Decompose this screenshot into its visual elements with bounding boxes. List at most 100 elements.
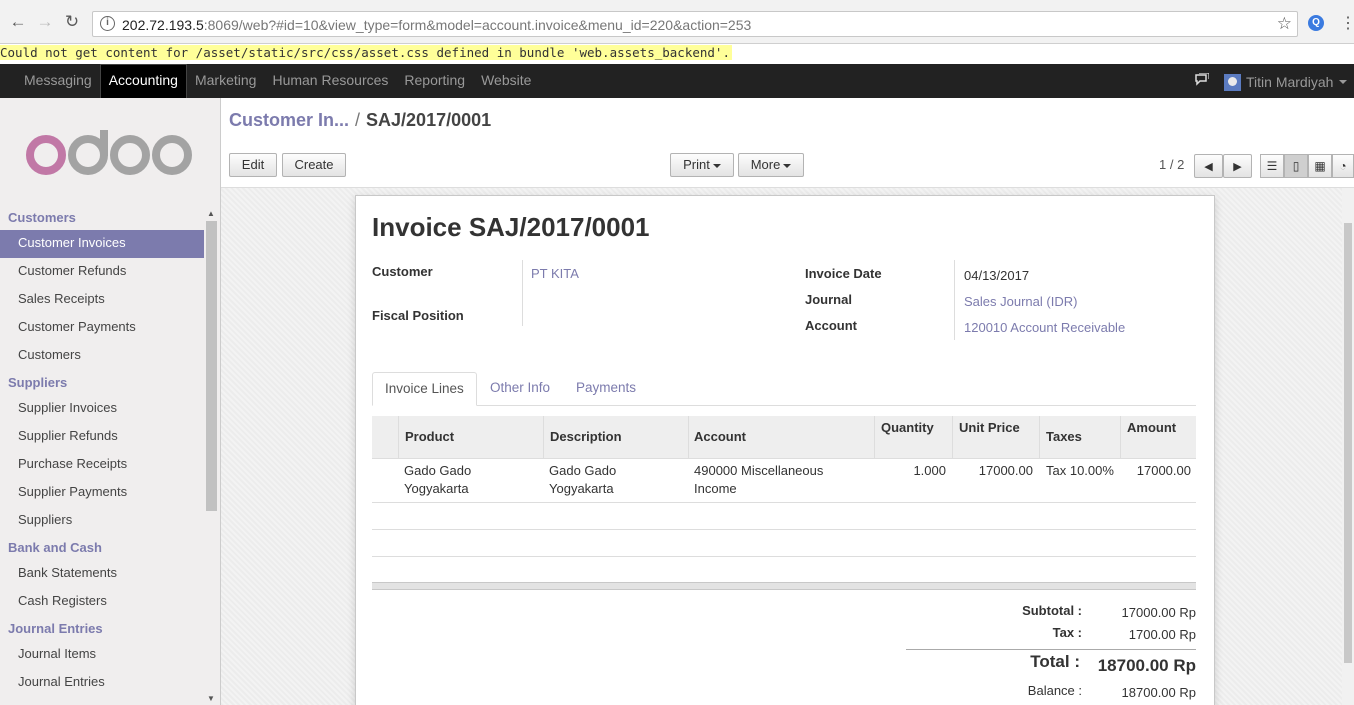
- odoo-logo[interactable]: [26, 122, 196, 180]
- account-label: Account: [805, 318, 857, 333]
- menu-accounting[interactable]: Accounting: [99, 64, 187, 98]
- chevron-down-icon: [712, 163, 721, 168]
- scroll-up-icon[interactable]: ▲: [207, 209, 215, 218]
- back-icon[interactable]: ←: [8, 12, 28, 32]
- url-text[interactable]: 202.72.193.5:8069/web?#id=10&view_type=f…: [122, 17, 751, 33]
- sidebar-item-supplier-payments[interactable]: Supplier Payments: [0, 479, 204, 507]
- cell-taxes[interactable]: Tax 10.00%: [1046, 462, 1121, 480]
- header-description[interactable]: Description: [550, 429, 622, 444]
- tab-invoice-lines[interactable]: Invoice Lines: [372, 372, 477, 406]
- bookmark-star-icon[interactable]: ☆: [1277, 14, 1292, 34]
- control-panel: Customer In... / SAJ/2017/0001 Edit Create…: [221, 98, 1354, 188]
- field-divider: [522, 260, 523, 326]
- extension-icon[interactable]: Q: [1308, 15, 1324, 31]
- calendar-view-icon[interactable]: ▦: [1308, 154, 1332, 178]
- tax-value: 1700.00 Rp: [1128, 627, 1196, 642]
- pager-value[interactable]: 1 / 2: [1159, 157, 1184, 172]
- sidebar-item-supplier-refunds[interactable]: Supplier Refunds: [0, 423, 204, 451]
- sidebar-item-purchase-receipts[interactable]: Purchase Receipts: [0, 451, 204, 479]
- chat-icon[interactable]: [1195, 72, 1210, 89]
- browser-menu-icon[interactable]: ⋮: [1340, 13, 1354, 33]
- column-divider: [688, 416, 689, 459]
- pager-next-button[interactable]: ▶: [1223, 154, 1252, 178]
- cell-account[interactable]: 490000 Miscellaneous Income: [694, 462, 844, 498]
- menu-website[interactable]: Website: [473, 64, 539, 98]
- column-divider: [543, 416, 544, 459]
- sidebar-item-customer-payments[interactable]: Customer Payments: [0, 314, 204, 342]
- sidebar-item-customers[interactable]: Customers: [0, 342, 204, 370]
- breadcrumb-current: SAJ/2017/0001: [366, 110, 492, 130]
- menu-reporting[interactable]: Reporting: [396, 64, 473, 98]
- menu-human-resources[interactable]: Human Resources: [264, 64, 396, 98]
- user-menu[interactable]: Titin Mardiyah: [1224, 72, 1348, 92]
- create-button[interactable]: Create: [282, 153, 346, 177]
- content-scrollbar[interactable]: [1342, 188, 1354, 705]
- user-name: Titin Mardiyah: [1246, 74, 1334, 90]
- header-product[interactable]: Product: [405, 429, 454, 444]
- sidebar-section-suppliers[interactable]: Suppliers: [0, 373, 204, 395]
- content-scroll-thumb[interactable]: [1344, 223, 1352, 663]
- account-value[interactable]: 120010 Account Receivable: [964, 320, 1125, 335]
- breadcrumb-parent[interactable]: Customer In...: [229, 110, 349, 130]
- error-banner-text: Could not get content for /asset/static/…: [0, 45, 732, 60]
- header-taxes[interactable]: Taxes: [1046, 429, 1082, 444]
- form-view-icon[interactable]: ▯: [1284, 154, 1308, 178]
- edit-button[interactable]: Edit: [229, 153, 277, 177]
- header-quantity[interactable]: Quantity: [881, 420, 934, 435]
- info-icon[interactable]: i: [100, 16, 115, 31]
- cell-product[interactable]: Gado Gado Yogyakarta: [404, 462, 534, 498]
- menu-marketing[interactable]: Marketing: [187, 64, 264, 98]
- column-divider: [398, 416, 399, 459]
- sidebar-scrollbar[interactable]: ▲ ▼: [205, 206, 218, 705]
- customer-value[interactable]: PT KITA: [531, 266, 579, 281]
- cell-quantity[interactable]: 1.000: [876, 462, 946, 480]
- sidebar-item-suppliers[interactable]: Suppliers: [0, 507, 204, 535]
- sidebar-section-journal-entries[interactable]: Journal Entries: [0, 619, 204, 641]
- sidebar-item-journal-entries[interactable]: Journal Entries: [0, 669, 204, 697]
- cell-description[interactable]: Gado Gado Yogyakarta: [549, 462, 679, 498]
- sidebar-section-customers[interactable]: Customers: [0, 208, 204, 230]
- reload-icon[interactable]: ↻: [62, 12, 82, 32]
- sidebar-section-bank-and-cash[interactable]: Bank and Cash: [0, 538, 204, 560]
- sidebar-item-bank-statements[interactable]: Bank Statements: [0, 560, 204, 588]
- subtotal-label: Subtotal :: [1022, 603, 1082, 618]
- header-amount[interactable]: Amount: [1127, 420, 1176, 435]
- total-value: 18700.00 Rp: [1097, 656, 1196, 675]
- header-account[interactable]: Account: [694, 429, 746, 444]
- sidebar-item-journal-items[interactable]: Journal Items: [0, 641, 204, 669]
- sidebar-item-sales-receipts[interactable]: Sales Receipts: [0, 286, 204, 314]
- invoice-title: Invoice SAJ/2017/0001: [372, 212, 650, 242]
- cell-unit-price[interactable]: 17000.00: [953, 462, 1033, 480]
- header-unit-price[interactable]: Unit Price: [959, 420, 1020, 435]
- forward-icon[interactable]: →: [35, 12, 55, 32]
- more-button[interactable]: More: [738, 153, 804, 177]
- browser-toolbar: ← → ↻ i 202.72.193.5:8069/web?#id=10&vie…: [0, 0, 1354, 44]
- row-divider: [372, 556, 1196, 557]
- menu-messaging[interactable]: Messaging: [16, 64, 100, 98]
- sidebar-item-supplier-invoices[interactable]: Supplier Invoices: [0, 395, 204, 423]
- breadcrumb: Customer In... / SAJ/2017/0001: [229, 110, 491, 131]
- sidebar-item-cash-registers[interactable]: Cash Registers: [0, 588, 204, 616]
- notebook-tabs: Invoice Lines Other Info Payments: [372, 372, 1196, 406]
- chevron-down-icon: [1339, 80, 1348, 84]
- tab-payments[interactable]: Payments: [564, 372, 648, 406]
- sidebar-item-customer-refunds[interactable]: Customer Refunds: [0, 258, 204, 286]
- graph-view-icon[interactable]: ◔: [1332, 154, 1354, 178]
- journal-value[interactable]: Sales Journal (IDR): [964, 294, 1077, 309]
- field-divider: [954, 260, 955, 340]
- sidebar-item-customer-invoices[interactable]: Customer Invoices: [0, 230, 204, 258]
- balance-value: 18700.00 Rp: [1121, 685, 1196, 700]
- pager-previous-button[interactable]: ◀: [1194, 154, 1223, 178]
- print-button[interactable]: Print: [670, 153, 734, 177]
- sidebar-scroll-thumb[interactable]: [206, 221, 217, 511]
- scroll-down-icon[interactable]: ▼: [207, 694, 215, 703]
- address-bar[interactable]: i 202.72.193.5:8069/web?#id=10&view_type…: [92, 11, 1298, 37]
- tab-other-info[interactable]: Other Info: [478, 372, 562, 406]
- cell-amount[interactable]: 17000.00: [1126, 462, 1191, 480]
- chevron-down-icon: [783, 163, 792, 168]
- table-footer: [372, 582, 1196, 590]
- list-view-icon[interactable]: ☰: [1260, 154, 1284, 178]
- url-rest: :8069/web?#id=10&view_type=form&model=ac…: [203, 17, 752, 33]
- arrow-left-icon: ◀: [1204, 161, 1213, 173]
- invoice-date-label: Invoice Date: [805, 266, 882, 281]
